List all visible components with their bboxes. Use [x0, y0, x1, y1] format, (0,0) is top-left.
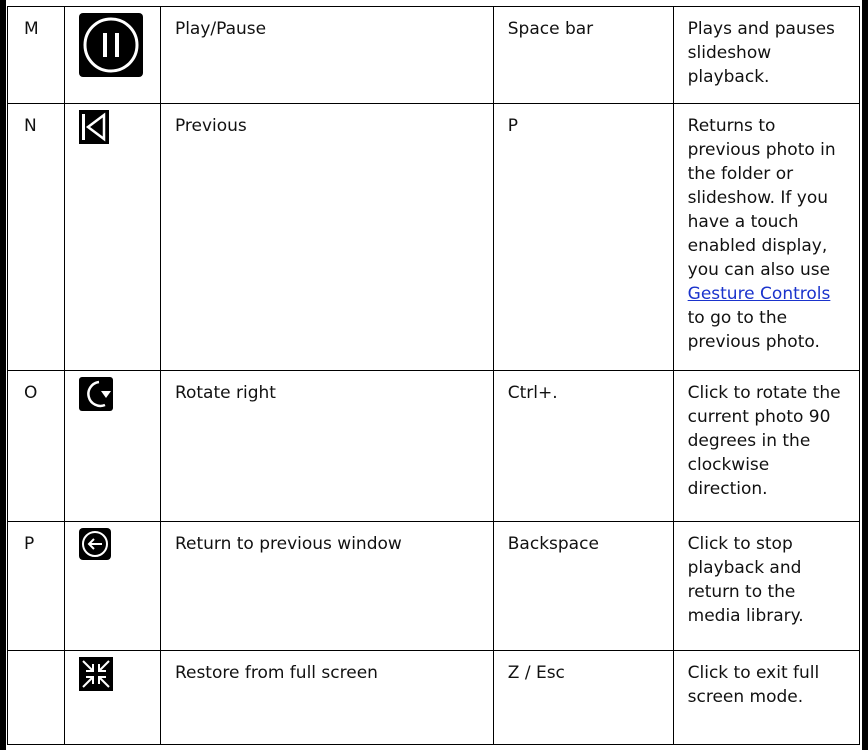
- control-description: Click to exit full screen mode.: [672, 650, 861, 745]
- icon-cell: [64, 103, 161, 371]
- icon-cell: [64, 650, 161, 745]
- row-id: P: [6, 521, 66, 651]
- control-description: Click to stop playback and return to the…: [672, 521, 861, 651]
- right-border: [862, 0, 868, 750]
- description-text: to go to the previous photo.: [687, 308, 820, 352]
- description-text: Returns to previous photo in the folder …: [687, 116, 836, 280]
- shortcut-key: Z / Esc: [492, 650, 674, 745]
- row-id: O: [6, 370, 66, 522]
- icon-cell: [64, 370, 161, 522]
- gesture-controls-link[interactable]: Gesture Controls: [688, 284, 831, 304]
- icon-cell: [64, 6, 161, 104]
- control-description: Returns to previous photo in the folder …: [672, 103, 861, 371]
- table-row: Restore from full screen Z / Esc Click t…: [6, 650, 861, 745]
- row-id: M: [6, 6, 66, 104]
- table-row: P Return to previous window Backspace Cl…: [6, 521, 861, 651]
- control-name: Rotate right: [159, 370, 494, 522]
- shortcut-key: Space bar: [492, 6, 674, 104]
- table-row: N Previous P Returns to previous photo i…: [6, 103, 861, 371]
- control-name: Play/Pause: [159, 6, 494, 104]
- back-arrow-icon[interactable]: [79, 528, 112, 560]
- control-name: Return to previous window: [159, 521, 494, 651]
- control-name: Previous: [159, 103, 494, 371]
- controls-table: M Play/Pause Space bar Plays and pauses …: [6, 6, 861, 745]
- left-border: [0, 0, 6, 750]
- restore-fullscreen-icon[interactable]: [79, 657, 114, 691]
- shortcut-key: Backspace: [492, 521, 674, 651]
- row-id: N: [6, 103, 66, 371]
- shortcut-key: P: [492, 103, 674, 371]
- play-pause-icon[interactable]: [79, 13, 144, 77]
- table-row: O Rotate right Ctrl+. Click to rotate th…: [6, 370, 861, 522]
- control-description: Click to rotate the current photo 90 deg…: [672, 370, 861, 522]
- control-description: Plays and pauses slideshow playback.: [672, 6, 861, 104]
- rotate-right-icon[interactable]: [79, 377, 114, 411]
- control-name: Restore from full screen: [159, 650, 494, 745]
- row-id: [6, 650, 66, 745]
- table-row: M Play/Pause Space bar Plays and pauses …: [6, 6, 861, 104]
- shortcut-key: Ctrl+.: [492, 370, 674, 522]
- icon-cell: [64, 521, 161, 651]
- previous-icon[interactable]: [79, 110, 110, 144]
